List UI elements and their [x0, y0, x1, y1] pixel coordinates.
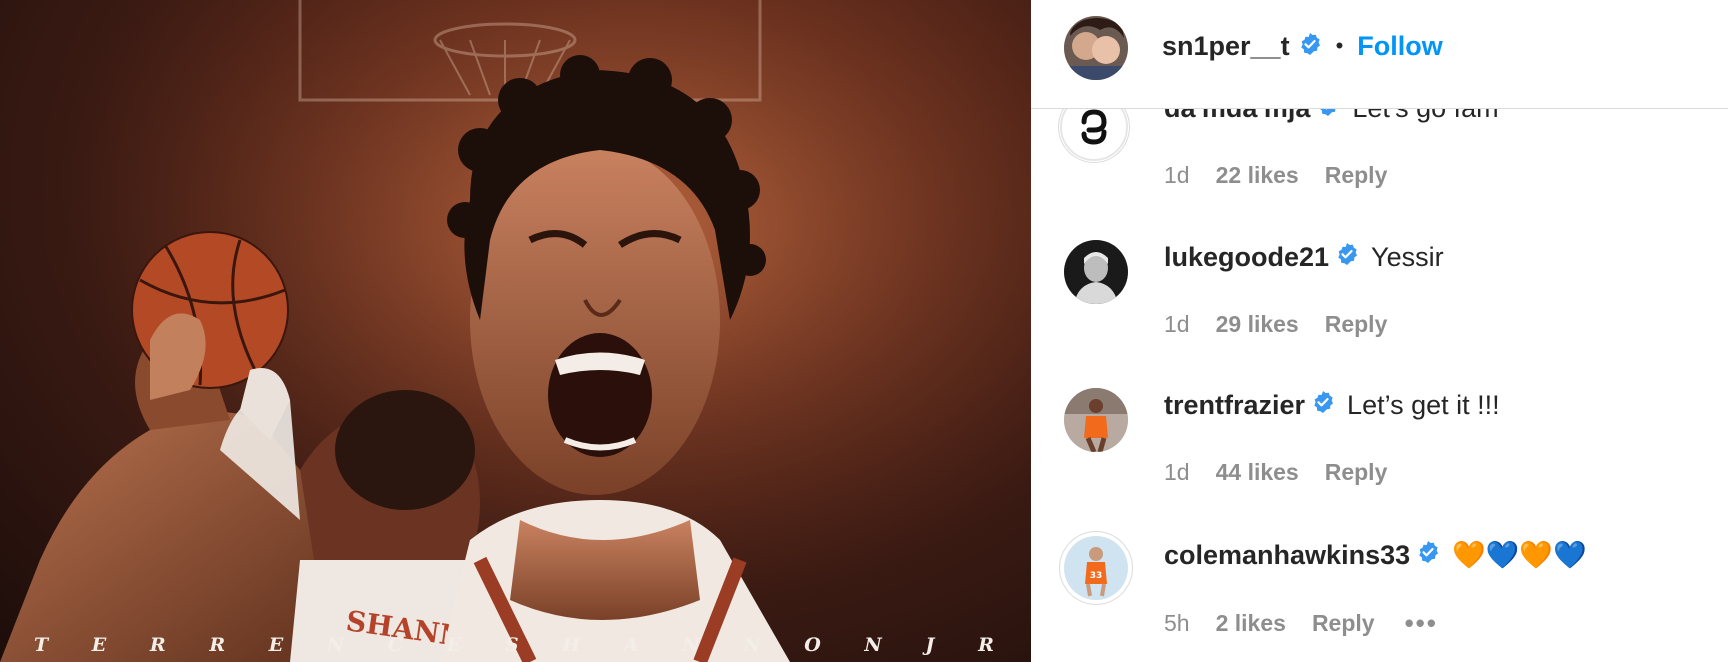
- comment-time[interactable]: 1d: [1164, 459, 1190, 486]
- comment-text: 🧡💙🧡💙: [1452, 540, 1587, 570]
- caption-letter: E: [268, 634, 284, 656]
- post-header: sn1per__t • Follow: [1031, 0, 1728, 109]
- player-photo: 33: [1064, 536, 1128, 600]
- follow-button[interactable]: Follow: [1357, 31, 1442, 62]
- caption-letter: E: [91, 634, 107, 656]
- caption-letter: H: [562, 634, 581, 656]
- caption-letter: C: [387, 634, 404, 656]
- header-separator: •: [1335, 33, 1344, 58]
- comment-line: lukegoode21 Yessir: [1164, 242, 1444, 273]
- commenter-avatar[interactable]: [1064, 240, 1128, 304]
- comment-likes[interactable]: 44 likes: [1216, 459, 1299, 486]
- comment-meta: 1d 22 likes Reply: [1164, 162, 1387, 189]
- author-avatar[interactable]: [1064, 16, 1128, 80]
- caption-letter: R: [978, 634, 994, 656]
- verified-badge-icon: [1335, 242, 1359, 273]
- caption-letter: A: [623, 634, 639, 656]
- comment-likes[interactable]: 2 likes: [1216, 610, 1286, 637]
- comment-line: trentfrazier Let’s get it !!!: [1164, 390, 1500, 421]
- comment-time[interactable]: 1d: [1164, 311, 1190, 338]
- comment-text: Let’s get it !!!: [1347, 390, 1500, 420]
- reply-button[interactable]: Reply: [1325, 162, 1388, 189]
- author-row: sn1per__t • Follow: [1162, 28, 1443, 64]
- caption-letter: N: [743, 634, 761, 656]
- post-caption-strip: T E R R E N C E S H A N N O N J R: [34, 634, 994, 656]
- comment-time[interactable]: 5h: [1164, 610, 1190, 637]
- avatar-photo: [1064, 16, 1128, 80]
- caption-letter: N: [864, 634, 882, 656]
- comment-likes[interactable]: 22 likes: [1216, 162, 1299, 189]
- more-options-icon[interactable]: •••: [1405, 608, 1438, 639]
- reply-button[interactable]: Reply: [1325, 459, 1388, 486]
- caption-letter: E: [446, 634, 462, 656]
- comment-meta: 1d 29 likes Reply: [1164, 311, 1387, 338]
- comment-text: Yessir: [1371, 242, 1444, 272]
- player-photo: [1064, 388, 1128, 452]
- caption-letter: R: [149, 634, 166, 656]
- reply-button[interactable]: Reply: [1325, 311, 1388, 338]
- caption-letter: N: [682, 634, 700, 656]
- verified-badge-icon: [1416, 540, 1440, 571]
- comment-time[interactable]: 1d: [1164, 162, 1190, 189]
- author-username[interactable]: sn1per__t: [1162, 31, 1290, 62]
- reply-button[interactable]: Reply: [1312, 610, 1375, 637]
- post-artwork: SHANNON: [0, 0, 1031, 662]
- caption-letter: J: [925, 634, 935, 656]
- svg-text:33: 33: [1090, 571, 1103, 581]
- comment-meta: 5h 2 likes Reply •••: [1164, 608, 1438, 639]
- caption-letter: O: [804, 634, 821, 656]
- commenter-username[interactable]: lukegoode21: [1164, 242, 1329, 273]
- commenter-avatar[interactable]: 33: [1060, 532, 1132, 604]
- comment-line: colemanhawkins33 🧡💙🧡💙: [1164, 539, 1587, 571]
- caption-letter: T: [34, 634, 49, 656]
- caption-letter: N: [326, 634, 345, 656]
- comment-likes[interactable]: 29 likes: [1216, 311, 1299, 338]
- commenter-avatar[interactable]: [1064, 388, 1128, 452]
- comment-meta: 1d 44 likes Reply: [1164, 459, 1387, 486]
- caption-letter: R: [209, 634, 226, 656]
- post-image[interactable]: SHANNON T E R R E N C E S H A N N O N J …: [0, 0, 1031, 662]
- caption-letter: S: [504, 634, 519, 656]
- commenter-username[interactable]: colemanhawkins33: [1164, 540, 1410, 571]
- verified-badge-icon: [1298, 32, 1322, 61]
- verified-badge-icon: [1311, 390, 1335, 421]
- player-photo: [1064, 240, 1128, 304]
- post-sidebar: sn1per__t • Follow da'mda'mja: [1031, 0, 1728, 662]
- commenter-username[interactable]: trentfrazier: [1164, 390, 1305, 421]
